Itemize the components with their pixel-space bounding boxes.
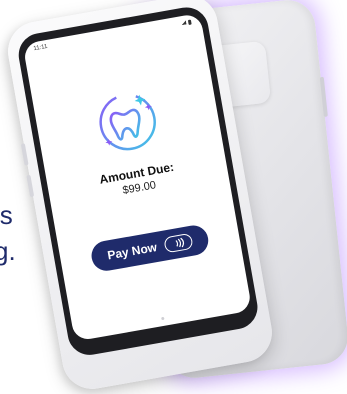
nfc-icon	[163, 232, 194, 254]
side-button	[319, 76, 328, 117]
pay-now-label: Pay Now	[106, 240, 159, 263]
tooth-icon	[87, 82, 168, 163]
home-indicator	[161, 316, 165, 321]
marketing-text-line-2: g.	[0, 236, 16, 266]
signal-icon	[181, 20, 187, 25]
payment-screen: 11:11 Amount Due: $99.00 Pay Now	[22, 12, 253, 342]
volume-button	[26, 174, 35, 198]
marketing-text-line-1: is	[0, 200, 13, 230]
pay-now-button[interactable]: Pay Now	[89, 223, 211, 274]
status-icons	[181, 19, 192, 26]
battery-icon	[187, 19, 192, 25]
status-time: 11:11	[33, 43, 49, 53]
volume-button	[20, 143, 29, 166]
status-bar: 11:11	[23, 13, 203, 58]
